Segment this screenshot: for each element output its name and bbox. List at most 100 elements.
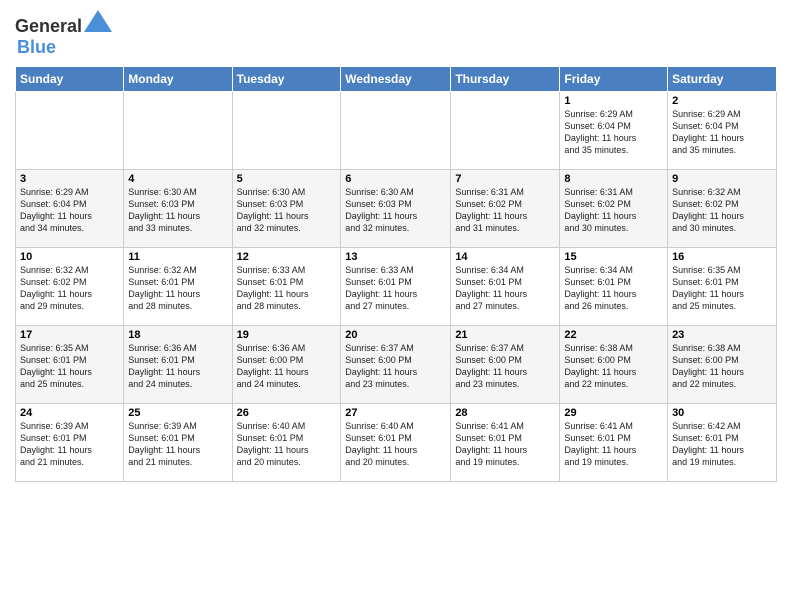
calendar-cell: 4Sunrise: 6:30 AM Sunset: 6:03 PM Daylig… xyxy=(124,170,232,248)
day-number: 20 xyxy=(345,329,446,341)
calendar-cell: 17Sunrise: 6:35 AM Sunset: 6:01 PM Dayli… xyxy=(16,326,124,404)
calendar-cell: 19Sunrise: 6:36 AM Sunset: 6:00 PM Dayli… xyxy=(232,326,341,404)
day-info: Sunrise: 6:34 AM Sunset: 6:01 PM Dayligh… xyxy=(455,264,555,313)
day-number: 6 xyxy=(345,173,446,185)
day-info: Sunrise: 6:29 AM Sunset: 6:04 PM Dayligh… xyxy=(20,186,119,235)
day-info: Sunrise: 6:37 AM Sunset: 6:00 PM Dayligh… xyxy=(455,342,555,391)
calendar-cell: 15Sunrise: 6:34 AM Sunset: 6:01 PM Dayli… xyxy=(560,248,668,326)
day-info: Sunrise: 6:40 AM Sunset: 6:01 PM Dayligh… xyxy=(345,420,446,469)
calendar-cell: 29Sunrise: 6:41 AM Sunset: 6:01 PM Dayli… xyxy=(560,404,668,482)
day-info: Sunrise: 6:36 AM Sunset: 6:01 PM Dayligh… xyxy=(128,342,227,391)
day-number: 17 xyxy=(20,329,119,341)
day-number: 12 xyxy=(237,251,337,263)
day-info: Sunrise: 6:31 AM Sunset: 6:02 PM Dayligh… xyxy=(455,186,555,235)
day-info: Sunrise: 6:39 AM Sunset: 6:01 PM Dayligh… xyxy=(128,420,227,469)
day-info: Sunrise: 6:41 AM Sunset: 6:01 PM Dayligh… xyxy=(564,420,663,469)
week-row-1: 1Sunrise: 6:29 AM Sunset: 6:04 PM Daylig… xyxy=(16,92,777,170)
logo-icon xyxy=(84,10,112,32)
calendar-cell xyxy=(341,92,451,170)
week-row-5: 24Sunrise: 6:39 AM Sunset: 6:01 PM Dayli… xyxy=(16,404,777,482)
calendar-cell: 26Sunrise: 6:40 AM Sunset: 6:01 PM Dayli… xyxy=(232,404,341,482)
calendar-cell: 5Sunrise: 6:30 AM Sunset: 6:03 PM Daylig… xyxy=(232,170,341,248)
day-number: 28 xyxy=(455,407,555,419)
day-info: Sunrise: 6:35 AM Sunset: 6:01 PM Dayligh… xyxy=(672,264,772,313)
col-header-tuesday: Tuesday xyxy=(232,67,341,92)
logo-text: General Blue xyxy=(15,10,112,58)
col-header-saturday: Saturday xyxy=(668,67,777,92)
day-number: 4 xyxy=(128,173,227,185)
logo-blue: Blue xyxy=(17,37,56,57)
day-number: 30 xyxy=(672,407,772,419)
day-info: Sunrise: 6:39 AM Sunset: 6:01 PM Dayligh… xyxy=(20,420,119,469)
day-info: Sunrise: 6:32 AM Sunset: 6:02 PM Dayligh… xyxy=(20,264,119,313)
day-info: Sunrise: 6:30 AM Sunset: 6:03 PM Dayligh… xyxy=(237,186,337,235)
calendar-cell: 14Sunrise: 6:34 AM Sunset: 6:01 PM Dayli… xyxy=(451,248,560,326)
col-header-wednesday: Wednesday xyxy=(341,67,451,92)
day-number: 8 xyxy=(564,173,663,185)
day-number: 23 xyxy=(672,329,772,341)
calendar-cell: 30Sunrise: 6:42 AM Sunset: 6:01 PM Dayli… xyxy=(668,404,777,482)
day-number: 14 xyxy=(455,251,555,263)
day-info: Sunrise: 6:32 AM Sunset: 6:02 PM Dayligh… xyxy=(672,186,772,235)
logo: General Blue xyxy=(15,10,112,58)
calendar-cell: 22Sunrise: 6:38 AM Sunset: 6:00 PM Dayli… xyxy=(560,326,668,404)
day-number: 21 xyxy=(455,329,555,341)
day-number: 2 xyxy=(672,95,772,107)
col-header-friday: Friday xyxy=(560,67,668,92)
day-info: Sunrise: 6:38 AM Sunset: 6:00 PM Dayligh… xyxy=(672,342,772,391)
day-info: Sunrise: 6:32 AM Sunset: 6:01 PM Dayligh… xyxy=(128,264,227,313)
calendar-cell: 13Sunrise: 6:33 AM Sunset: 6:01 PM Dayli… xyxy=(341,248,451,326)
day-number: 19 xyxy=(237,329,337,341)
calendar-header-row: SundayMondayTuesdayWednesdayThursdayFrid… xyxy=(16,67,777,92)
col-header-monday: Monday xyxy=(124,67,232,92)
day-info: Sunrise: 6:29 AM Sunset: 6:04 PM Dayligh… xyxy=(672,108,772,157)
day-number: 15 xyxy=(564,251,663,263)
day-number: 22 xyxy=(564,329,663,341)
day-info: Sunrise: 6:30 AM Sunset: 6:03 PM Dayligh… xyxy=(345,186,446,235)
day-number: 24 xyxy=(20,407,119,419)
day-number: 10 xyxy=(20,251,119,263)
calendar-cell xyxy=(124,92,232,170)
day-info: Sunrise: 6:31 AM Sunset: 6:02 PM Dayligh… xyxy=(564,186,663,235)
day-info: Sunrise: 6:33 AM Sunset: 6:01 PM Dayligh… xyxy=(345,264,446,313)
calendar-cell: 3Sunrise: 6:29 AM Sunset: 6:04 PM Daylig… xyxy=(16,170,124,248)
day-info: Sunrise: 6:29 AM Sunset: 6:04 PM Dayligh… xyxy=(564,108,663,157)
day-info: Sunrise: 6:41 AM Sunset: 6:01 PM Dayligh… xyxy=(455,420,555,469)
day-number: 29 xyxy=(564,407,663,419)
calendar-cell: 2Sunrise: 6:29 AM Sunset: 6:04 PM Daylig… xyxy=(668,92,777,170)
calendar-cell: 21Sunrise: 6:37 AM Sunset: 6:00 PM Dayli… xyxy=(451,326,560,404)
day-number: 16 xyxy=(672,251,772,263)
calendar-cell: 8Sunrise: 6:31 AM Sunset: 6:02 PM Daylig… xyxy=(560,170,668,248)
day-info: Sunrise: 6:37 AM Sunset: 6:00 PM Dayligh… xyxy=(345,342,446,391)
header: General Blue xyxy=(15,10,777,58)
calendar-cell xyxy=(232,92,341,170)
week-row-4: 17Sunrise: 6:35 AM Sunset: 6:01 PM Dayli… xyxy=(16,326,777,404)
calendar-cell: 16Sunrise: 6:35 AM Sunset: 6:01 PM Dayli… xyxy=(668,248,777,326)
day-number: 25 xyxy=(128,407,227,419)
calendar-cell: 24Sunrise: 6:39 AM Sunset: 6:01 PM Dayli… xyxy=(16,404,124,482)
calendar-cell: 6Sunrise: 6:30 AM Sunset: 6:03 PM Daylig… xyxy=(341,170,451,248)
week-row-2: 3Sunrise: 6:29 AM Sunset: 6:04 PM Daylig… xyxy=(16,170,777,248)
logo-general: General xyxy=(15,16,82,36)
calendar-cell: 7Sunrise: 6:31 AM Sunset: 6:02 PM Daylig… xyxy=(451,170,560,248)
calendar-cell: 11Sunrise: 6:32 AM Sunset: 6:01 PM Dayli… xyxy=(124,248,232,326)
day-info: Sunrise: 6:33 AM Sunset: 6:01 PM Dayligh… xyxy=(237,264,337,313)
day-info: Sunrise: 6:34 AM Sunset: 6:01 PM Dayligh… xyxy=(564,264,663,313)
day-number: 27 xyxy=(345,407,446,419)
calendar-cell: 23Sunrise: 6:38 AM Sunset: 6:00 PM Dayli… xyxy=(668,326,777,404)
calendar-cell: 20Sunrise: 6:37 AM Sunset: 6:00 PM Dayli… xyxy=(341,326,451,404)
calendar-cell: 27Sunrise: 6:40 AM Sunset: 6:01 PM Dayli… xyxy=(341,404,451,482)
day-number: 11 xyxy=(128,251,227,263)
day-number: 3 xyxy=(20,173,119,185)
calendar-cell: 1Sunrise: 6:29 AM Sunset: 6:04 PM Daylig… xyxy=(560,92,668,170)
calendar-cell: 10Sunrise: 6:32 AM Sunset: 6:02 PM Dayli… xyxy=(16,248,124,326)
day-info: Sunrise: 6:42 AM Sunset: 6:01 PM Dayligh… xyxy=(672,420,772,469)
day-number: 7 xyxy=(455,173,555,185)
day-number: 1 xyxy=(564,95,663,107)
day-number: 5 xyxy=(237,173,337,185)
calendar-cell xyxy=(16,92,124,170)
day-number: 26 xyxy=(237,407,337,419)
day-info: Sunrise: 6:38 AM Sunset: 6:00 PM Dayligh… xyxy=(564,342,663,391)
calendar-cell: 12Sunrise: 6:33 AM Sunset: 6:01 PM Dayli… xyxy=(232,248,341,326)
calendar-cell: 25Sunrise: 6:39 AM Sunset: 6:01 PM Dayli… xyxy=(124,404,232,482)
